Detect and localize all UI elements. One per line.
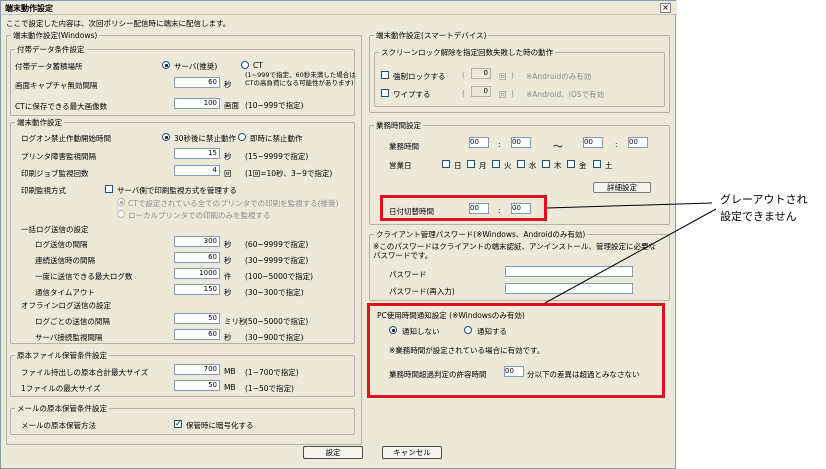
callout-lines: [544, 202, 717, 304]
callout-line-lower: [544, 208, 717, 304]
callout-text: グレーアウトされ 設定できません: [720, 191, 808, 225]
callout-line2: 設定できません: [720, 210, 797, 223]
callout-line-upper: [546, 202, 713, 209]
callout-line1: グレーアウトされ: [720, 193, 808, 206]
